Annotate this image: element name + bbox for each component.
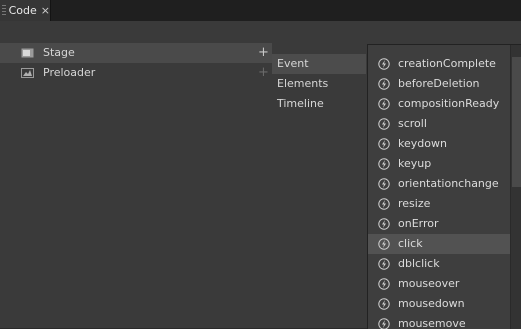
event-item-click[interactable]: click [368, 234, 510, 254]
lightning-icon [378, 98, 390, 110]
menu-item-event[interactable]: Event [272, 54, 366, 74]
event-item-keydown[interactable]: keydown [368, 134, 510, 154]
lightning-icon [378, 238, 390, 250]
lightning-icon [378, 318, 390, 329]
event-item-label: keyup [398, 157, 432, 170]
lightning-icon [378, 198, 390, 210]
scrollbar-thumb[interactable] [512, 57, 521, 187]
event-item-keyup[interactable]: keyup [368, 154, 510, 174]
scrollbar[interactable] [510, 45, 521, 329]
event-item-label: onError [398, 217, 439, 230]
menu-item-elements[interactable]: Elements [272, 74, 366, 94]
lightning-icon [378, 178, 390, 190]
event-item-onerror[interactable]: onError [368, 214, 510, 234]
menu-item-label: Timeline [277, 97, 324, 110]
event-item-resize[interactable]: resize [368, 194, 510, 214]
event-item-dblclick[interactable]: dblclick [368, 254, 510, 274]
tree-item-label: Stage [43, 46, 75, 59]
event-item-label: mousedown [398, 297, 465, 310]
event-item-label: resize [398, 197, 431, 210]
add-action-icon[interactable]: + [258, 65, 269, 80]
menu-item-label: Elements [277, 77, 329, 90]
event-list-popup: creationComplete beforeDeletion compositio… [367, 44, 521, 329]
add-action-icon[interactable]: + [258, 45, 269, 60]
event-item-creationcomplete[interactable]: creationComplete [368, 54, 510, 74]
preloader-icon [21, 68, 34, 78]
lightning-icon [378, 138, 390, 150]
event-item-label: keydown [398, 137, 447, 150]
lightning-icon [378, 158, 390, 170]
event-item-label: dblclick [398, 257, 440, 270]
event-item-label: creationComplete [398, 57, 496, 70]
event-item-label: click [398, 237, 423, 250]
tree-item-stage[interactable]: Stage + [0, 43, 272, 63]
event-item-compositionready[interactable]: compositionReady [368, 94, 510, 114]
event-item-scroll[interactable]: scroll [368, 114, 510, 134]
stage-icon [21, 48, 34, 58]
event-item-mousemove[interactable]: mousemove [368, 314, 510, 329]
action-category-menu: Event Elements Timeline [272, 54, 366, 124]
lightning-icon [378, 278, 390, 290]
tab-code[interactable]: Code × [0, 0, 51, 21]
lightning-icon [378, 218, 390, 230]
event-item-beforedeletion[interactable]: beforeDeletion [368, 74, 510, 94]
menu-item-timeline[interactable]: Timeline [272, 94, 366, 114]
event-item-label: compositionReady [398, 97, 500, 110]
menu-item-label: Event [277, 57, 309, 70]
drag-grip-icon[interactable] [2, 5, 6, 16]
tab-label: Code [8, 4, 37, 17]
lightning-icon [378, 258, 390, 270]
event-item-label: beforeDeletion [398, 77, 480, 90]
lightning-icon [378, 58, 390, 70]
close-icon[interactable]: × [41, 4, 50, 17]
event-item-label: scroll [398, 117, 427, 130]
tree-item-preloader[interactable]: Preloader + [0, 63, 272, 83]
event-item-label: mouseover [398, 277, 460, 290]
tab-bar: Code × [0, 0, 521, 21]
event-item-mouseover[interactable]: mouseover [368, 274, 510, 294]
event-item-mousedown[interactable]: mousedown [368, 294, 510, 314]
event-item-orientationchange[interactable]: orientationchange [368, 174, 510, 194]
lightning-icon [378, 78, 390, 90]
lightning-icon [378, 118, 390, 130]
lightning-icon [378, 298, 390, 310]
event-item-label: mousemove [398, 317, 466, 329]
event-item-label: orientationchange [398, 177, 499, 190]
tree-item-label: Preloader [43, 66, 96, 79]
